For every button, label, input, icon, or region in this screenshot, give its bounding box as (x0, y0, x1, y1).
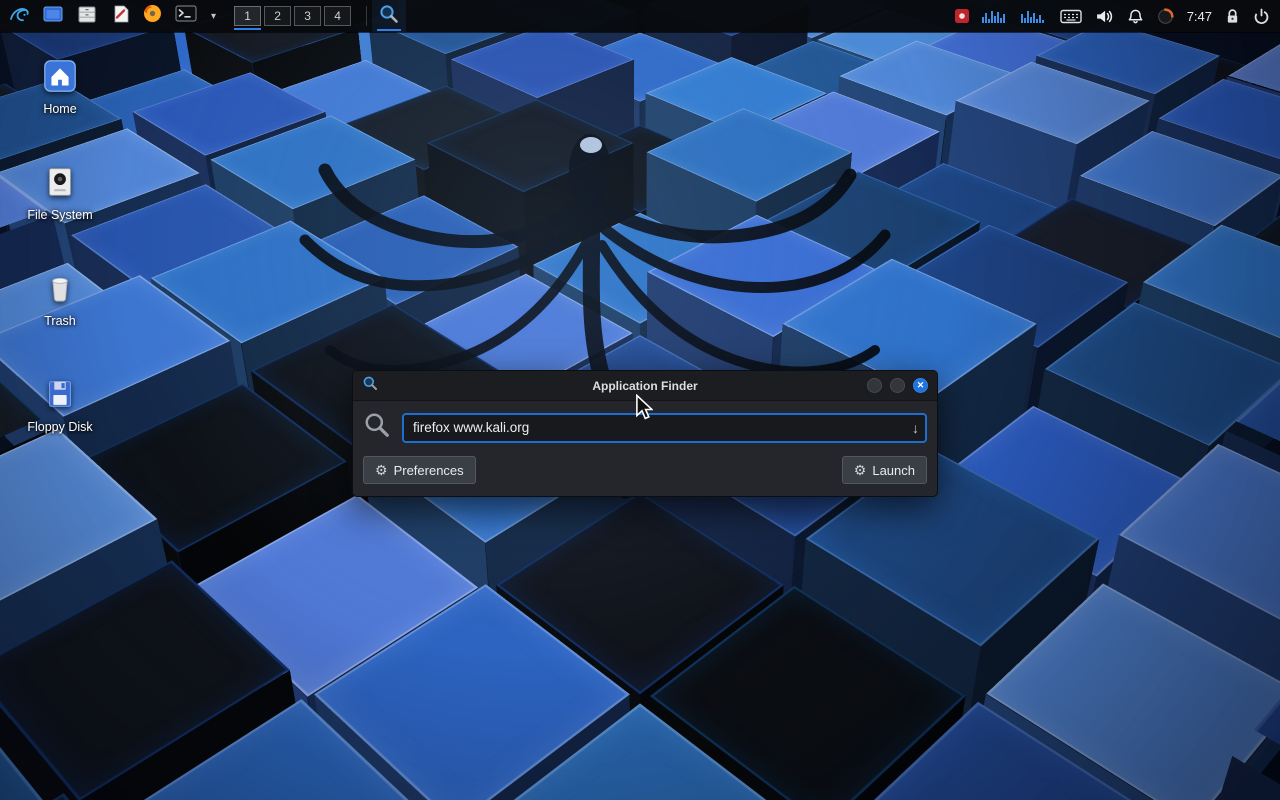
preferences-button[interactable]: ⚙ Preferences (363, 456, 476, 484)
terminal-icon (175, 5, 197, 27)
dropdown-arrow-icon[interactable]: ↓ (912, 420, 919, 436)
terminal-launcher[interactable] (169, 0, 203, 32)
workspace-1[interactable]: 1 (234, 6, 261, 26)
maximize-button[interactable] (890, 378, 905, 393)
floppy-disk-icon (40, 374, 80, 414)
kali-menu-button[interactable] (0, 0, 36, 32)
clock[interactable]: 7:47 (1187, 9, 1212, 24)
file-manager-launcher[interactable] (70, 0, 104, 32)
window-body: ↓ ⚙ Preferences ⚙ Launch (353, 401, 937, 496)
disk-usage-icon[interactable] (1157, 8, 1174, 25)
chevron-down-icon: ▾ (209, 11, 218, 22)
notifications-bell-icon[interactable] (1127, 8, 1144, 25)
system-tray: 7:47 (955, 0, 1280, 32)
panel-separator (366, 6, 367, 26)
text-editor-icon (110, 4, 130, 29)
application-finder-window: Application Finder ✕ ↓ ⚙ Preferences (352, 370, 938, 497)
magnifier-icon (363, 411, 391, 444)
firefox-launcher[interactable] (136, 0, 169, 32)
preferences-button-label: Preferences (394, 463, 464, 478)
recorder-icon[interactable] (955, 9, 969, 23)
network-graph-icon[interactable] (1021, 9, 1047, 23)
launch-icon: ⚙ (854, 463, 867, 477)
kali-logo-icon (6, 2, 30, 31)
button-row: ⚙ Preferences ⚙ Launch (363, 456, 927, 484)
desktop-icon-trash[interactable]: Trash (16, 268, 104, 328)
launch-button[interactable]: ⚙ Launch (842, 456, 927, 484)
keyboard-layout-icon[interactable] (1060, 9, 1082, 24)
desktop-icon-floppy-disk[interactable]: Floppy Disk (16, 374, 104, 434)
text-editor-launcher[interactable] (104, 0, 136, 32)
show-desktop-button[interactable] (36, 0, 70, 32)
desktop-icon-label: Home (43, 102, 76, 116)
window-icon (42, 4, 64, 29)
window-title: Application Finder (353, 379, 937, 393)
workspace-3[interactable]: 3 (294, 6, 321, 26)
firefox-icon (142, 3, 163, 29)
desktop-icon-column: Home File System Trash (16, 56, 104, 434)
file-manager-icon (76, 4, 98, 29)
workspace-2[interactable]: 2 (264, 6, 291, 26)
desktop-icon-label: Trash (44, 314, 76, 328)
desktop-icon-home[interactable]: Home (16, 56, 104, 116)
power-session-icon[interactable] (1253, 8, 1270, 25)
workspace-switcher: 1 2 3 4 (224, 0, 361, 32)
file-system-icon (40, 162, 80, 202)
home-icon (40, 56, 80, 96)
gear-icon: ⚙ (375, 463, 388, 477)
desktop-icon-label: Floppy Disk (27, 420, 92, 434)
audio-graph-icon[interactable] (982, 9, 1008, 23)
volume-icon[interactable] (1095, 9, 1114, 24)
minimize-button[interactable] (867, 378, 882, 393)
search-input[interactable] (402, 413, 927, 443)
close-button[interactable]: ✕ (913, 378, 928, 393)
search-row: ↓ (363, 411, 927, 444)
workspace-4[interactable]: 4 (324, 6, 351, 26)
desktop-icon-label: File System (27, 208, 92, 222)
desktop-icon-file-system[interactable]: File System (16, 162, 104, 222)
launch-button-label: Launch (872, 463, 915, 478)
trash-icon (40, 268, 80, 308)
terminal-dropdown-button[interactable]: ▾ (203, 0, 224, 32)
search-input-wrap: ↓ (402, 413, 927, 443)
search-icon (378, 3, 400, 30)
lock-keyring-icon[interactable] (1225, 8, 1240, 25)
window-titlebar[interactable]: Application Finder ✕ (353, 371, 937, 401)
top-panel: ▾ 1 2 3 4 (0, 0, 1280, 32)
window-controls: ✕ (859, 378, 928, 393)
taskbar-appfinder-button[interactable] (372, 0, 406, 32)
